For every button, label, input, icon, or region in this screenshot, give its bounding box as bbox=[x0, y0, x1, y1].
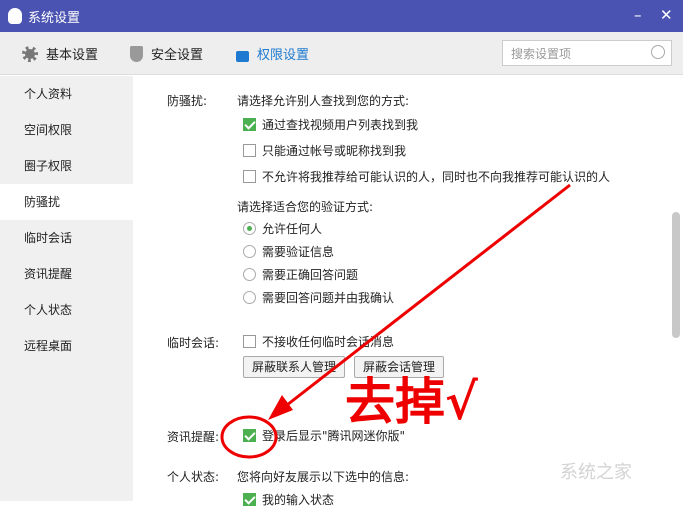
status-prompt: 您将向好友展示以下选中的信息: bbox=[237, 470, 410, 484]
checkbox[interactable] bbox=[243, 170, 256, 183]
watermark: 系统之家 bbox=[560, 462, 632, 483]
section-label: 临时会话: bbox=[167, 336, 220, 350]
settings-content: 防骚扰: 请选择允许别人查找到您的方式: 通过查找视频用户列表找到我 只能通过帐… bbox=[133, 76, 669, 507]
section-label: 个人状态: bbox=[167, 470, 220, 484]
search-icon[interactable] bbox=[651, 45, 665, 59]
sidebar-item-anti-harass[interactable]: 防骚扰 bbox=[0, 184, 133, 220]
block-contacts-button[interactable]: 屏蔽联系人管理 bbox=[243, 356, 346, 378]
radio[interactable] bbox=[243, 268, 256, 281]
option-label: 我的输入状态 bbox=[262, 493, 335, 507]
handwritten-annotation: 去掉√ bbox=[345, 372, 478, 431]
tab-security-settings[interactable]: 安全设置 bbox=[130, 44, 203, 63]
checkbox[interactable] bbox=[243, 493, 256, 506]
checkbox[interactable] bbox=[243, 429, 256, 442]
sidebar-item-space[interactable]: 空间权限 bbox=[0, 112, 133, 148]
tab-label: 基本设置 bbox=[46, 48, 99, 63]
section-label: 防骚扰: bbox=[167, 94, 208, 108]
option-label: 不接收任何临时会话消息 bbox=[262, 335, 395, 349]
scrollbar[interactable] bbox=[669, 76, 683, 501]
tab-label: 安全设置 bbox=[151, 48, 204, 63]
radio[interactable] bbox=[243, 245, 256, 258]
sidebar-item-remote-desktop[interactable]: 远程桌面 bbox=[0, 328, 133, 364]
verify-option-radio[interactable]: 允许任何人 bbox=[243, 220, 322, 237]
option-label: 需要正确回答问题 bbox=[262, 268, 359, 282]
scrollbar-thumb[interactable] bbox=[672, 212, 680, 338]
sidebar-item-circle[interactable]: 圈子权限 bbox=[0, 148, 133, 184]
section-label: 资讯提醒: bbox=[167, 430, 220, 444]
status-checkbox[interactable]: 我的输入状态 bbox=[243, 491, 334, 508]
checkbox[interactable] bbox=[243, 335, 256, 348]
close-button[interactable]: ✕ bbox=[660, 6, 673, 24]
shield-icon bbox=[130, 45, 143, 62]
lock-icon bbox=[236, 50, 249, 62]
qq-logo-icon bbox=[8, 8, 22, 24]
tab-basic-settings[interactable]: 基本设置 bbox=[22, 44, 98, 63]
gear-icon bbox=[22, 45, 38, 62]
tab-label: 权限设置 bbox=[257, 48, 310, 63]
sidebar-item-profile[interactable]: 个人资料 bbox=[0, 76, 133, 112]
verify-option-radio[interactable]: 需要验证信息 bbox=[243, 243, 334, 260]
sidebar-item-status[interactable]: 个人状态 bbox=[0, 292, 133, 328]
toolbar: 基本设置 安全设置 权限设置 搜索设置项 bbox=[0, 32, 683, 75]
find-option-checkbox[interactable]: 不允许将我推荐给可能认识的人，同时也不向我推荐可能认识的人 bbox=[243, 168, 610, 185]
search-placeholder: 搜索设置项 bbox=[511, 46, 572, 61]
option-label: 不允许将我推荐给可能认识的人，同时也不向我推荐可能认识的人 bbox=[262, 170, 611, 184]
option-label: 允许任何人 bbox=[262, 222, 323, 236]
option-label: 需要回答问题并由我确认 bbox=[262, 291, 395, 305]
tab-permission-settings[interactable]: 权限设置 bbox=[236, 44, 309, 63]
option-label: 需要验证信息 bbox=[262, 245, 335, 259]
sidebar-item-temp-chat[interactable]: 临时会话 bbox=[0, 220, 133, 256]
sidebar-item-news[interactable]: 资讯提醒 bbox=[0, 256, 133, 292]
sidebar: 个人资料 空间权限 圈子权限 防骚扰 临时会话 资讯提醒 个人状态 远程桌面 bbox=[0, 76, 133, 501]
title-bar: 系统设置 – ✕ bbox=[0, 0, 683, 32]
find-option-checkbox[interactable]: 通过查找视频用户列表找到我 bbox=[243, 116, 418, 133]
radio[interactable] bbox=[243, 222, 256, 235]
search-input[interactable]: 搜索设置项 bbox=[502, 40, 672, 66]
find-prompt: 请选择允许别人查找到您的方式: bbox=[237, 94, 410, 108]
checkbox[interactable] bbox=[243, 144, 256, 157]
window-title: 系统设置 bbox=[28, 10, 81, 26]
verify-option-radio[interactable]: 需要正确回答问题 bbox=[243, 266, 358, 283]
verify-prompt: 请选择适合您的验证方式: bbox=[237, 200, 374, 214]
radio[interactable] bbox=[243, 291, 256, 304]
temp-chat-checkbox[interactable]: 不接收任何临时会话消息 bbox=[243, 333, 394, 350]
option-label: 通过查找视频用户列表找到我 bbox=[262, 118, 419, 132]
checkbox[interactable] bbox=[243, 118, 256, 131]
verify-option-radio[interactable]: 需要回答问题并由我确认 bbox=[243, 289, 394, 306]
minimize-button[interactable]: – bbox=[634, 6, 642, 24]
find-option-checkbox[interactable]: 只能通过帐号或昵称找到我 bbox=[243, 142, 406, 159]
option-label: 只能通过帐号或昵称找到我 bbox=[262, 144, 407, 158]
